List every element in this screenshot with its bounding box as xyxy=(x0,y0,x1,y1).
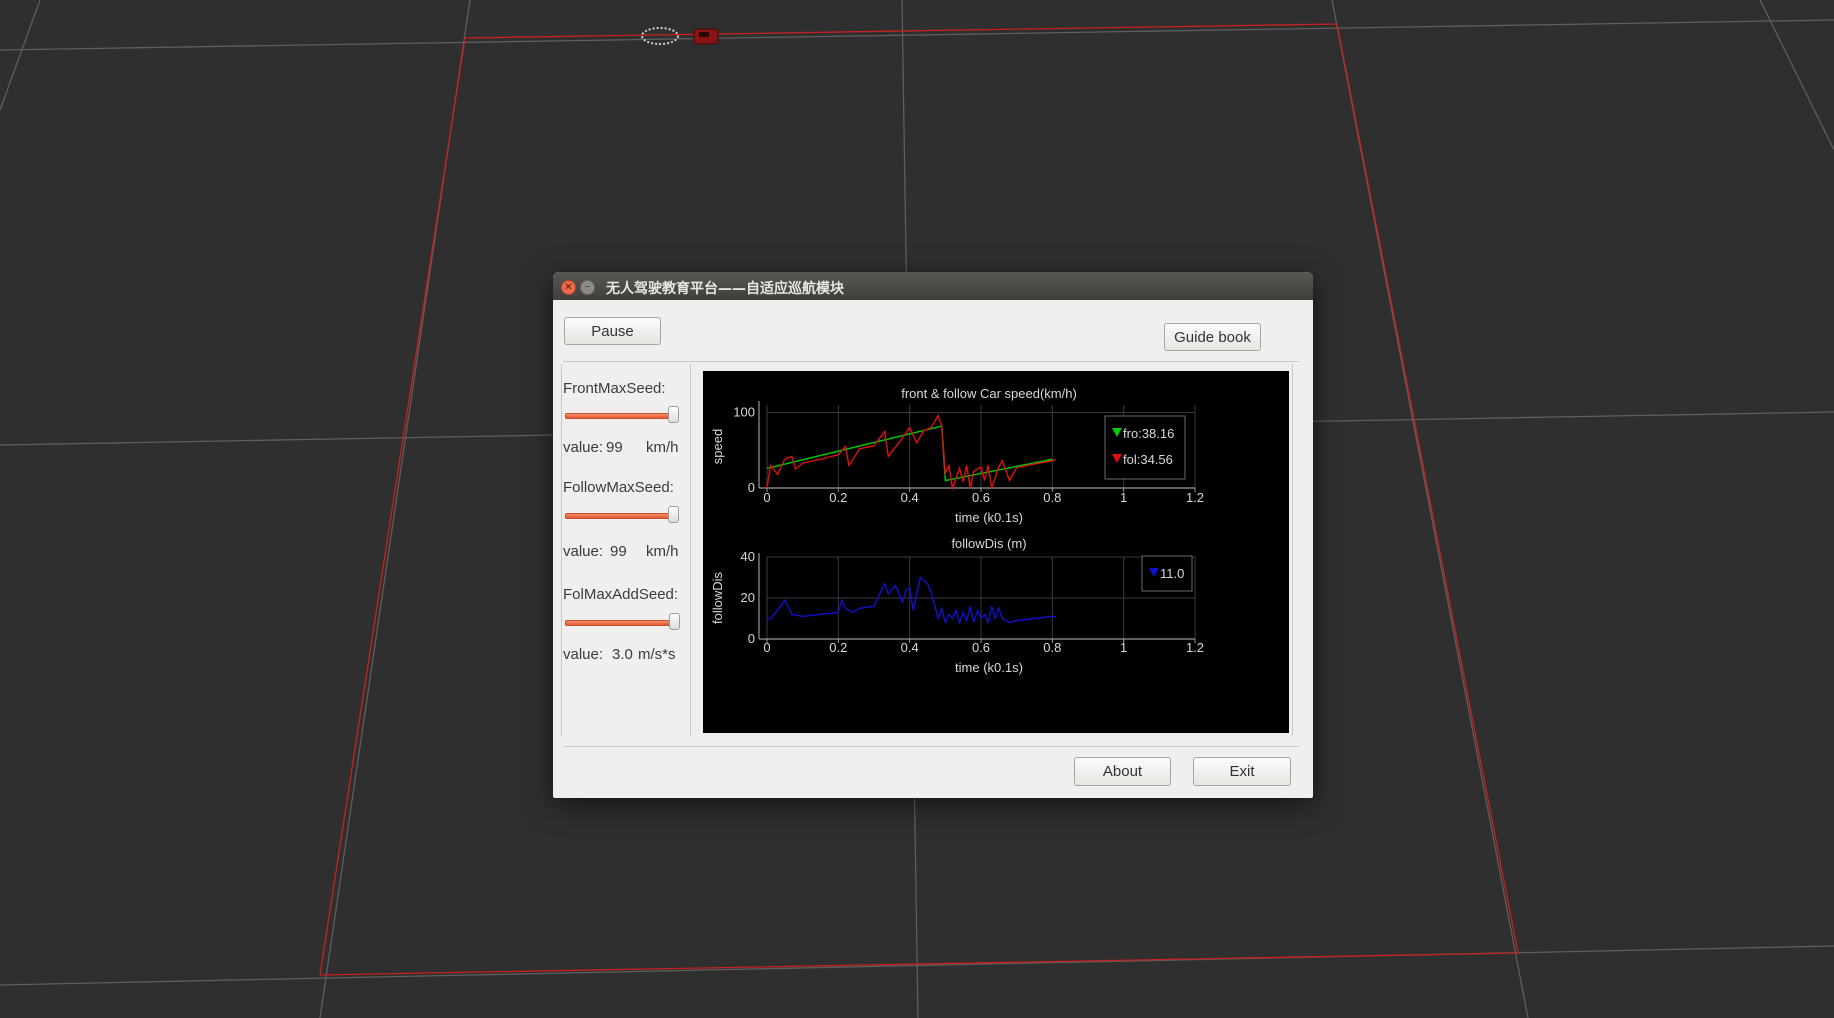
guide-book-button[interactable]: Guide book xyxy=(1164,323,1261,351)
x-axis-label: time (k0.1s) xyxy=(955,510,1023,525)
y-tick-label: 0 xyxy=(748,631,755,646)
x-tick-label: 0.4 xyxy=(901,490,919,505)
y-tick-label: 0 xyxy=(748,480,755,495)
fol-max-add-speed-slider[interactable] xyxy=(565,612,681,632)
x-tick-label: 0.2 xyxy=(829,640,847,655)
front-unit: km/h xyxy=(646,439,679,456)
slider-handle[interactable] xyxy=(668,406,679,423)
fol-max-add-speed-label: FolMaxAddSeed: xyxy=(563,586,679,603)
minimize-icon: − xyxy=(584,281,591,293)
legend-label: fro:38.16 xyxy=(1123,426,1174,441)
close-icon: ✕ xyxy=(564,281,573,293)
legend-label: fol:34.56 xyxy=(1123,452,1173,467)
pause-button[interactable]: Pause xyxy=(564,317,661,345)
x-tick-label: 1.2 xyxy=(1186,490,1204,505)
app-window: ✕ − 无人驾驶教育平台——自适应巡航模块 Pause Guide book F… xyxy=(553,272,1313,798)
foladd-unit: m/s*s xyxy=(638,646,676,663)
follow-value-prefix: value: xyxy=(563,543,604,560)
follow-max-speed-slider[interactable] xyxy=(565,505,681,525)
top-divider xyxy=(563,361,1299,362)
slider-handle[interactable] xyxy=(668,506,679,523)
vehicle-model xyxy=(641,27,719,45)
y-axis-label: speed xyxy=(710,429,725,464)
slider-track xyxy=(565,413,677,419)
x-tick-label: 0 xyxy=(763,640,770,655)
left-panel-divider xyxy=(690,364,691,736)
slider-handle[interactable] xyxy=(669,613,680,630)
chart-title: followDis (m) xyxy=(951,536,1026,551)
bottom-divider xyxy=(563,746,1299,747)
x-tick-label: 0.8 xyxy=(1043,640,1061,655)
minimize-window-button[interactable]: − xyxy=(580,280,595,295)
x-axis-label: time (k0.1s) xyxy=(955,660,1023,675)
front-max-speed-label: FrontMaxSeed: xyxy=(563,380,666,397)
x-tick-label: 1 xyxy=(1120,640,1127,655)
series-line-red xyxy=(766,413,1057,491)
slider-track xyxy=(565,513,677,519)
x-tick-label: 0.6 xyxy=(972,640,990,655)
foladd-value-prefix: value: xyxy=(563,646,604,663)
y-tick-label: 100 xyxy=(733,405,755,420)
exit-button[interactable]: Exit xyxy=(1193,757,1291,786)
window-title: 无人驾驶教育平台——自适应巡航模块 xyxy=(606,281,844,297)
front-value-prefix: value: xyxy=(563,439,604,456)
about-button[interactable]: About xyxy=(1074,757,1171,786)
x-tick-label: 0 xyxy=(763,490,770,505)
x-tick-label: 0.4 xyxy=(901,640,919,655)
front-value: 99 xyxy=(606,439,623,456)
series-line-blue xyxy=(766,576,1056,625)
x-tick-label: 0.2 xyxy=(829,490,847,505)
follow-unit: km/h xyxy=(646,543,679,560)
y-tick-label: 20 xyxy=(741,590,755,605)
close-window-button[interactable]: ✕ xyxy=(561,280,576,295)
x-tick-label: 1 xyxy=(1120,490,1127,505)
x-tick-label: 0.6 xyxy=(972,490,990,505)
title-bar[interactable]: ✕ − 无人驾驶教育平台——自适应巡航模块 xyxy=(553,272,1313,300)
follow-value: 99 xyxy=(610,543,627,560)
chart-title: front & follow Car speed(km/h) xyxy=(901,386,1077,401)
charts-svg: front & follow Car speed(km/h) 0 0.2 0.4 0.6… xyxy=(710,386,1204,675)
foladd-value: 3.0 xyxy=(612,646,633,663)
left-panel-border xyxy=(561,364,562,736)
follow-max-speed-label: FollowMaxSeed: xyxy=(563,479,674,496)
x-tick-label: 1.2 xyxy=(1186,640,1204,655)
right-panel-border xyxy=(1292,364,1293,736)
x-tick-label: 0.8 xyxy=(1043,490,1061,505)
y-axis-label: followDis xyxy=(710,571,725,624)
y-tick-label: 40 xyxy=(741,549,755,564)
plot-panel: front & follow Car speed(km/h) 0 0.2 0.4 0.6… xyxy=(703,371,1289,733)
front-max-speed-slider[interactable] xyxy=(565,405,681,425)
slider-track xyxy=(565,620,677,626)
legend-label: 11.0 xyxy=(1160,566,1184,581)
